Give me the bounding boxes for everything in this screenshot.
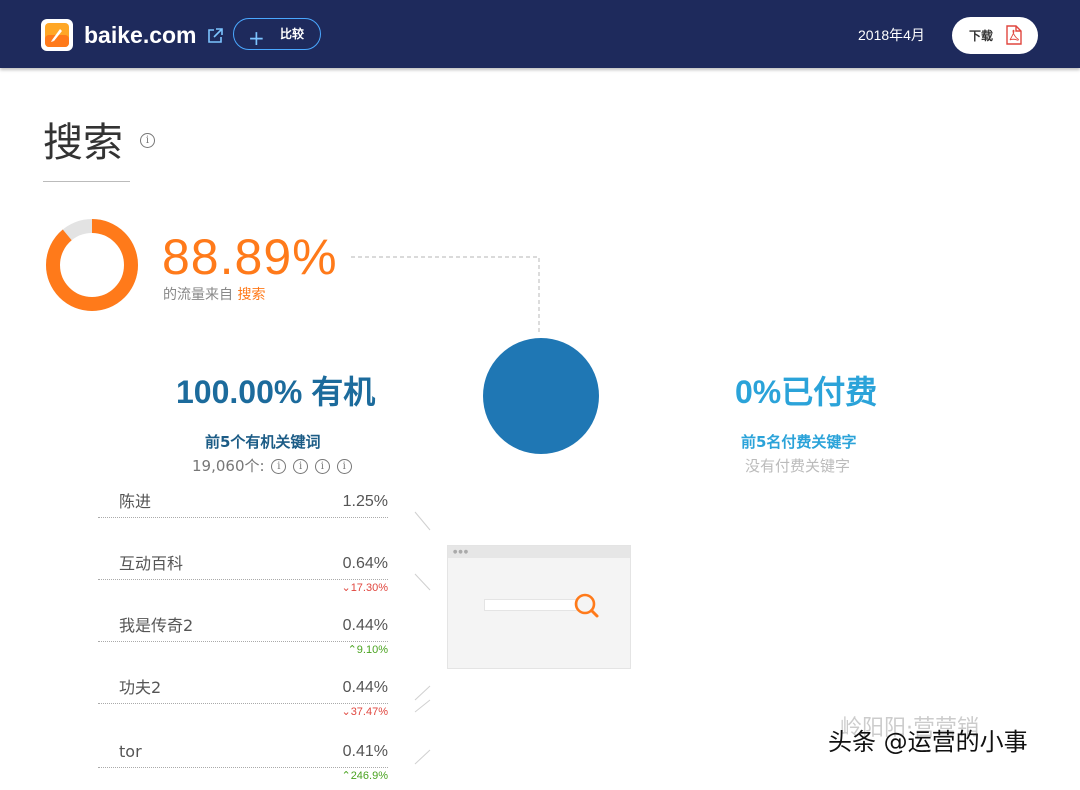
keyword-name: 互动百科 xyxy=(119,554,184,573)
info-icon[interactable]: i xyxy=(293,459,309,474)
organic-count-text: 19,060个: xyxy=(192,457,265,475)
trend-up: ⌃9.10% xyxy=(348,642,388,658)
keyword-row[interactable]: 我是传奇2 0.44% ⌃9.10% xyxy=(98,614,430,664)
keyword-name: 功夫2 xyxy=(119,678,162,697)
info-icon[interactable]: i xyxy=(271,459,287,474)
arrow-up-icon: ⌃ xyxy=(347,644,357,656)
keyword-share: 0.44% xyxy=(342,679,388,696)
trend-down: ⌄17.30% xyxy=(341,580,388,596)
organic-keyword-count: 19,060个: i i i i xyxy=(192,455,352,477)
keyword-row[interactable]: 功夫2 0.44% ⌄37.47% xyxy=(98,676,430,726)
pie-slice-organic xyxy=(483,338,599,454)
keyword-share: 1.25% xyxy=(342,493,388,510)
arrow-down-icon: ⌄ xyxy=(341,706,351,718)
arrow-up-icon: ⌃ xyxy=(341,770,351,782)
search-box-illustration xyxy=(484,599,578,611)
keyword-name: tor xyxy=(119,742,142,761)
info-icon[interactable]: i xyxy=(336,459,352,474)
paid-title: 0%已付费 xyxy=(735,374,878,410)
organic-paid-pie xyxy=(483,338,599,454)
paid-empty-text: 没有付费关键字 xyxy=(745,457,851,475)
keyword-name: 我是传奇2 xyxy=(119,616,194,635)
keyword-change: 17.30% xyxy=(350,582,388,594)
info-icon[interactable]: i xyxy=(314,459,330,474)
browser-bar xyxy=(448,546,630,558)
keyword-row[interactable]: 互动百科 0.64% ⌄17.30% xyxy=(98,552,430,602)
keyword-row[interactable]: tor 0.41% ⌃246.9% xyxy=(98,740,430,790)
paid-subtitle: 前5名付费关键字 xyxy=(741,433,857,451)
keyword-name: 陈进 xyxy=(119,492,152,511)
keyword-share: 0.64% xyxy=(342,555,388,572)
window-dots-icon: ●●● xyxy=(453,549,470,555)
row-divider xyxy=(98,517,388,518)
keyword-row[interactable]: 陈进 1.25% xyxy=(98,490,430,540)
trend-down: ⌄37.47% xyxy=(341,704,388,720)
arrow-down-icon: ⌄ xyxy=(341,582,351,594)
search-engine-illustration: ●●● xyxy=(447,545,631,669)
organic-title: 100.00% 有机 xyxy=(176,374,376,410)
keyword-share: 0.41% xyxy=(342,743,388,760)
keyword-share: 0.44% xyxy=(342,617,388,634)
organic-subtitle: 前5个有机关键词 xyxy=(205,433,321,451)
watermark: 头条 @运营的小事 xyxy=(828,728,1028,756)
keyword-change: 37.47% xyxy=(350,706,388,718)
keyword-change: 246.9% xyxy=(350,770,388,782)
magnifier-icon xyxy=(574,593,599,618)
keyword-change: 9.10% xyxy=(356,644,388,656)
row-divider xyxy=(98,641,388,642)
